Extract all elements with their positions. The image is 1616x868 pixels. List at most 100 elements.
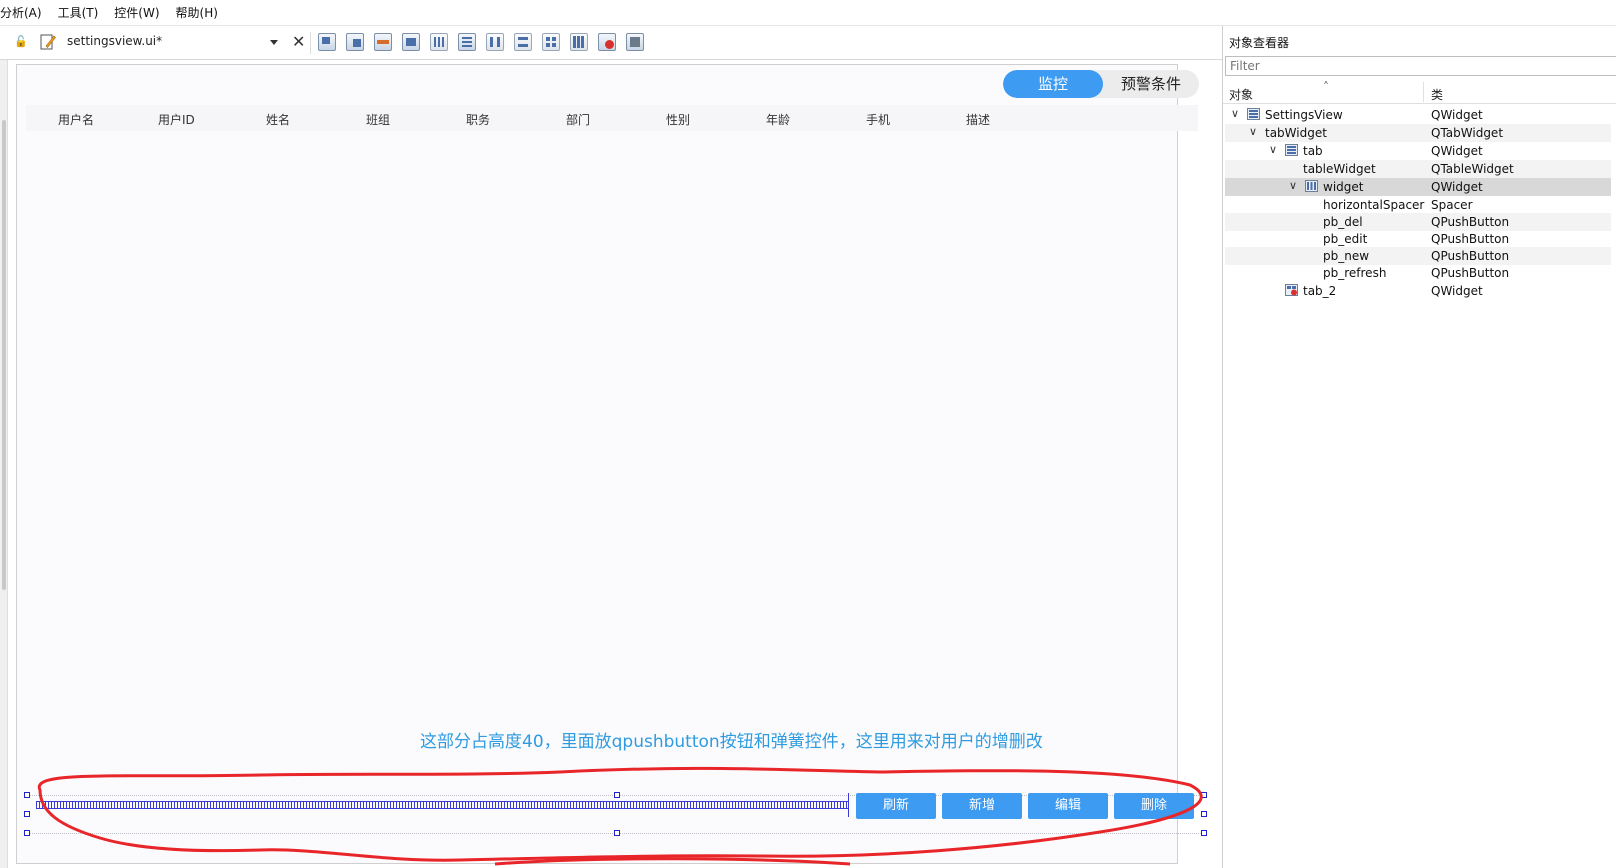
column-header[interactable]: 班组 (366, 111, 390, 128)
tree-row[interactable]: pb_edit QPushButton (1225, 230, 1611, 248)
menu-help[interactable]: 帮助(H) (168, 4, 226, 21)
menubar: 分析(A) 工具(T) 控件(W) 帮助(H) (0, 0, 1616, 26)
tree-object-name: pb_del (1323, 215, 1363, 229)
tree-row[interactable]: ∨ tabWidget QTabWidget (1225, 124, 1611, 142)
tree-row[interactable]: ∨ tab QWidget (1225, 142, 1611, 160)
break-layout-icon[interactable] (598, 33, 616, 51)
chevron-down-icon[interactable] (270, 40, 278, 45)
annotation-text: 这部分占高度40，里面放qpushbutton按钮和弹簧控件，这里用来对用户的增… (420, 732, 1043, 752)
tree-class-name: QWidget (1431, 180, 1483, 194)
toolbar-separator (310, 32, 311, 54)
filter-input[interactable] (1225, 56, 1616, 76)
edit-file-icon (40, 34, 56, 50)
column-header[interactable]: 用户名 (58, 111, 94, 128)
tree-row[interactable]: ∨ SettingsView QWidget (1225, 106, 1611, 124)
column-header[interactable]: 姓名 (266, 111, 290, 128)
form-toolbar: 🔓 settingsview.ui* ✕ (0, 26, 1222, 60)
column-header[interactable]: 描述 (966, 111, 990, 128)
resize-handle[interactable] (1201, 811, 1207, 817)
tree-object-name: tab (1303, 144, 1323, 158)
chevron-down-icon[interactable]: ∨ (1289, 179, 1297, 192)
inspector-header: 对象 ˄ 类 (1223, 80, 1616, 104)
column-header[interactable]: 年龄 (766, 111, 790, 128)
left-scrollbar[interactable] (0, 60, 8, 868)
header-divider (1423, 82, 1424, 102)
menu-analyze[interactable]: 分析(A) (0, 4, 50, 21)
button-row-widget[interactable]: 刷新 新增 编辑 删除 (36, 793, 1198, 821)
tree-row[interactable]: pb_del QPushButton (1225, 213, 1611, 231)
horizontal-spacer[interactable] (36, 801, 848, 809)
tree-object-name: tab_2 (1303, 284, 1337, 298)
column-header[interactable]: 职务 (466, 111, 490, 128)
tab-bar: 监控 预警条件 (1003, 70, 1199, 98)
column-object-header[interactable]: 对象 (1229, 86, 1253, 103)
tree-row[interactable]: tableWidget QTableWidget (1225, 160, 1611, 178)
layout-vertical-icon[interactable] (458, 33, 476, 51)
tree-row[interactable]: tab_2 QWidget (1225, 282, 1611, 300)
refresh-button[interactable]: 刷新 (856, 793, 936, 819)
resize-handle[interactable] (614, 830, 620, 836)
column-header[interactable]: 部门 (566, 111, 590, 128)
delete-button[interactable]: 删除 (1114, 793, 1194, 819)
column-header[interactable]: 性别 (666, 111, 690, 128)
tab-alert-conditions[interactable]: 预警条件 (1103, 70, 1199, 98)
tree-object-name: widget (1323, 180, 1364, 194)
tree-row[interactable]: pb_new QPushButton (1225, 247, 1611, 265)
resize-handle[interactable] (24, 811, 30, 817)
lock-icon[interactable]: 🔓 (14, 35, 28, 49)
menu-tools[interactable]: 工具(T) (50, 4, 107, 21)
resize-handle[interactable] (1201, 830, 1207, 836)
resize-handle[interactable] (24, 792, 30, 798)
tree-object-name: pb_new (1323, 249, 1370, 263)
inspector-title: 对象查看器 (1229, 36, 1290, 50)
tree-row[interactable]: pb_refresh QPushButton (1225, 264, 1611, 282)
column-header[interactable]: 用户ID (158, 111, 195, 128)
chevron-down-icon[interactable]: ∨ (1269, 143, 1277, 156)
tree-class-name: Spacer (1431, 198, 1473, 212)
tree-class-name: QPushButton (1431, 249, 1510, 263)
layout-form-icon[interactable] (542, 33, 560, 51)
tree-object-name: pb_refresh (1323, 266, 1387, 280)
edit-signals-slots-icon[interactable] (346, 33, 364, 51)
file-name-combo[interactable]: settingsview.ui* (67, 34, 162, 48)
edit-tab-order-icon[interactable] (402, 33, 420, 51)
chevron-down-icon[interactable]: ∨ (1249, 125, 1257, 138)
tree-class-name: QPushButton (1431, 215, 1510, 229)
horizontal-spacer-end (848, 793, 849, 817)
tree-object-name: pb_edit (1323, 232, 1368, 246)
sort-indicator-icon: ˄ (1323, 80, 1329, 94)
edit-buddies-icon[interactable] (374, 33, 392, 51)
broken-layout-icon (1285, 284, 1298, 296)
table-header: 用户名 用户ID 姓名 班组 职务 部门 性别 年龄 手机 描述 (26, 105, 1198, 131)
edit-button[interactable]: 编辑 (1028, 793, 1108, 819)
vertical-layout-icon (1285, 144, 1298, 156)
tree-row[interactable]: horizontalSpacer Spacer (1225, 196, 1611, 214)
tree-object-name: tableWidget (1303, 162, 1376, 176)
tree-class-name: QWidget (1431, 108, 1483, 122)
new-button[interactable]: 新增 (942, 793, 1022, 819)
tree-row-selected[interactable]: ∨ widget QWidget (1225, 178, 1611, 196)
adjust-size-icon[interactable] (626, 33, 644, 51)
tree-class-name: QWidget (1431, 284, 1483, 298)
tree-class-name: QTableWidget (1431, 162, 1514, 176)
layout-grid-icon[interactable] (570, 33, 588, 51)
resize-handle[interactable] (24, 830, 30, 836)
close-icon[interactable]: ✕ (292, 32, 305, 51)
tree-object-name: tabWidget (1265, 126, 1327, 140)
tree-class-name: QTabWidget (1431, 126, 1504, 140)
chevron-down-icon[interactable]: ∨ (1231, 107, 1239, 120)
scrollbar-thumb[interactable] (2, 120, 6, 590)
tab-monitor[interactable]: 监控 (1003, 70, 1103, 98)
resize-handle[interactable] (1201, 792, 1207, 798)
horizontal-layout-icon (1305, 180, 1318, 192)
edit-widgets-icon[interactable] (318, 33, 336, 51)
column-class-header[interactable]: 类 (1431, 86, 1443, 103)
menu-widgets[interactable]: 控件(W) (106, 4, 167, 21)
layout-h-splitter-icon[interactable] (486, 33, 504, 51)
layout-v-splitter-icon[interactable] (514, 33, 532, 51)
column-header[interactable]: 手机 (866, 111, 890, 128)
tree-class-name: QPushButton (1431, 232, 1510, 246)
layout-horizontal-icon[interactable] (430, 33, 448, 51)
tree-object-name: SettingsView (1265, 108, 1343, 122)
tree-class-name: QWidget (1431, 144, 1483, 158)
